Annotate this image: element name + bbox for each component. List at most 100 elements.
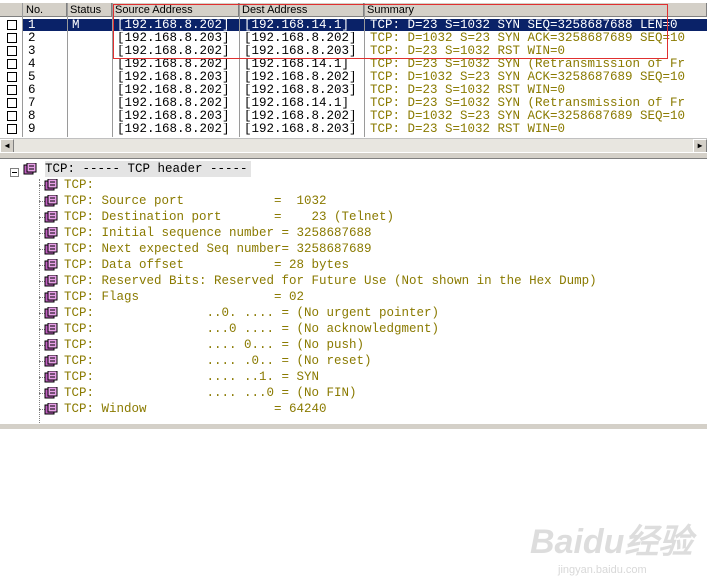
row-checkbox[interactable] [7, 46, 17, 56]
packet-row[interactable]: 1 M [192.168.8.202] [192.168.14.1] TCP: D=23… [0, 19, 707, 31]
source-address: [192.168.8.203] [117, 71, 230, 83]
tcp-field-line[interactable]: TCP: .... .0.. = (No reset) [64, 353, 372, 369]
packet-icon [44, 339, 58, 351]
packet-row[interactable]: 4 [192.168.8.202] [192.168.14.1] TCP: D=23 … [0, 58, 707, 70]
packet-number: 1 [28, 19, 36, 31]
dest-address: [192.168.8.203] [244, 45, 357, 57]
packet-summary: TCP: D=1032 S=23 SYN ACK=3258687689 SEQ=… [370, 71, 686, 83]
row-checkbox[interactable] [7, 72, 17, 82]
packet-status [72, 71, 112, 83]
packet-number: 8 [28, 110, 36, 122]
packet-row[interactable]: 5 [192.168.8.203] [192.168.8.202] TCP: D=10… [0, 71, 707, 83]
packet-list-header: No. Status Source Address Dest Address S… [0, 3, 707, 17]
packet-row[interactable]: 3 [192.168.8.202] [192.168.8.203] TCP: D=23… [0, 45, 707, 57]
row-checkbox[interactable] [7, 85, 17, 95]
packet-number: 2 [28, 32, 36, 44]
tcp-field-line[interactable]: TCP: .... ..1. = SYN [64, 369, 319, 385]
row-checkbox[interactable] [7, 111, 17, 121]
packet-number: 3 [28, 45, 36, 57]
source-address: [192.168.8.202] [117, 19, 230, 31]
packet-number: 6 [28, 84, 36, 96]
packet-icon [44, 355, 58, 367]
dest-address: [192.168.8.203] [244, 84, 357, 96]
column-header-summary[interactable]: Summary [364, 3, 707, 17]
packet-icon [44, 275, 58, 287]
source-address: [192.168.8.202] [117, 84, 230, 96]
packet-status [72, 58, 112, 70]
minus-icon[interactable] [10, 168, 19, 177]
tcp-field-line[interactable]: TCP: Next expected Seq number= 325868768… [64, 241, 372, 257]
packet-icon [44, 387, 58, 399]
packet-summary: TCP: D=1032 S=23 SYN ACK=3258687689 SEQ=… [370, 32, 686, 44]
column-header-check[interactable] [0, 3, 23, 17]
packet-status: M [72, 19, 80, 31]
row-checkbox[interactable] [7, 98, 17, 108]
packet-status [72, 123, 112, 135]
tcp-field-line[interactable]: TCP: Source port = 1032 [64, 193, 327, 209]
column-header-dest[interactable]: Dest Address [239, 3, 364, 17]
dest-address: [192.168.8.202] [244, 110, 357, 122]
packet-summary: TCP: D=23 S=1032 SYN (Retransmission of … [370, 58, 686, 70]
pane-splitter[interactable] [0, 152, 707, 159]
tcp-field-line[interactable]: TCP: Initial sequence number = 325868768… [64, 225, 372, 241]
dest-address: [192.168.8.202] [244, 71, 357, 83]
packet-summary: TCP: D=23 S=1032 SYN SEQ=3258687688 LEN=… [370, 19, 678, 31]
packet-icon [23, 163, 37, 175]
source-address: [192.168.8.203] [117, 32, 230, 44]
row-checkbox[interactable] [7, 124, 17, 134]
tcp-field-line[interactable]: TCP: Data offset = 28 bytes [64, 257, 349, 273]
packet-number: 4 [28, 58, 36, 70]
packet-icon [44, 259, 58, 271]
packet-status [72, 84, 112, 96]
horizontal-scrollbar[interactable]: ◀ ▶ [0, 138, 707, 153]
packet-row[interactable]: 6 [192.168.8.202] [192.168.8.203] TCP: D=23… [0, 84, 707, 96]
row-checkbox[interactable] [7, 20, 17, 30]
scroll-left-icon[interactable]: ◀ [0, 139, 14, 153]
packet-number: 5 [28, 71, 36, 83]
dest-address: [192.168.14.1] [244, 97, 350, 109]
column-header-source[interactable]: Source Address [112, 3, 239, 17]
packet-summary: TCP: D=23 S=1032 RST WIN=0 [370, 123, 566, 135]
packet-summary: TCP: D=23 S=1032 RST WIN=0 [370, 84, 566, 96]
tcp-field-line[interactable]: TCP: Reserved Bits: Reserved for Future … [64, 273, 597, 289]
packet-row[interactable]: 8 [192.168.8.203] [192.168.8.202] TCP: D=10… [0, 110, 707, 122]
source-address: [192.168.8.202] [117, 58, 230, 70]
packet-row[interactable]: 9 [192.168.8.202] [192.168.8.203] TCP: D=23… [0, 123, 707, 135]
packet-detail-tree[interactable]: TCP: ----- TCP header ----- TCP: TCP: Sou… [0, 159, 707, 576]
tcp-field-line[interactable]: TCP: [64, 177, 94, 193]
column-header-no[interactable]: No. [23, 3, 67, 17]
tcp-field-line[interactable]: TCP: ...0 .... = (No acknowledgment) [64, 321, 439, 337]
packet-icon [44, 227, 58, 239]
packet-status [72, 110, 112, 122]
packet-icon [44, 211, 58, 223]
source-address: [192.168.8.202] [117, 45, 230, 57]
packet-status [72, 97, 112, 109]
scroll-right-icon[interactable]: ▶ [693, 139, 707, 153]
packet-status [72, 32, 112, 44]
tcp-field-line[interactable]: TCP: .... ...0 = (No FIN) [64, 385, 357, 401]
row-checkbox[interactable] [7, 59, 17, 69]
column-header-status[interactable]: Status [67, 3, 112, 17]
packet-icon [44, 307, 58, 319]
packet-row[interactable]: 7 [192.168.8.202] [192.168.14.1] TCP: D=23 … [0, 97, 707, 109]
tcp-field-line[interactable]: TCP: .... 0... = (No push) [64, 337, 364, 353]
dest-address: [192.168.8.203] [244, 123, 357, 135]
baidu-watermark: Baidu经验 jingyan.baidu.com [530, 523, 693, 576]
row-checkbox[interactable] [7, 33, 17, 43]
source-address: [192.168.8.203] [117, 110, 230, 122]
dest-address: [192.168.14.1] [244, 58, 350, 70]
packet-row[interactable]: 2 [192.168.8.203] [192.168.8.202] TCP: D=10… [0, 32, 707, 44]
dest-address: [192.168.8.202] [244, 32, 357, 44]
tcp-header-node[interactable]: TCP: ----- TCP header ----- [45, 161, 251, 177]
packet-list-pane[interactable]: No. Status Source Address Dest Address S… [0, 0, 707, 153]
tcp-field-line[interactable]: TCP: Window = 64240 [64, 401, 327, 417]
tcp-field-line[interactable]: TCP: Flags = 02 [64, 289, 304, 305]
dest-address: [192.168.14.1] [244, 19, 350, 31]
packet-icon [44, 403, 58, 415]
tcp-field-line[interactable]: TCP: ..0. .... = (No urgent pointer) [64, 305, 439, 321]
packet-summary: TCP: D=23 S=1032 SYN (Retransmission of … [370, 97, 686, 109]
packet-icon [44, 179, 58, 191]
tcp-field-line[interactable]: TCP: Destination port = 23 (Telnet) [64, 209, 394, 225]
source-address: [192.168.8.202] [117, 97, 230, 109]
packet-status [72, 45, 112, 57]
